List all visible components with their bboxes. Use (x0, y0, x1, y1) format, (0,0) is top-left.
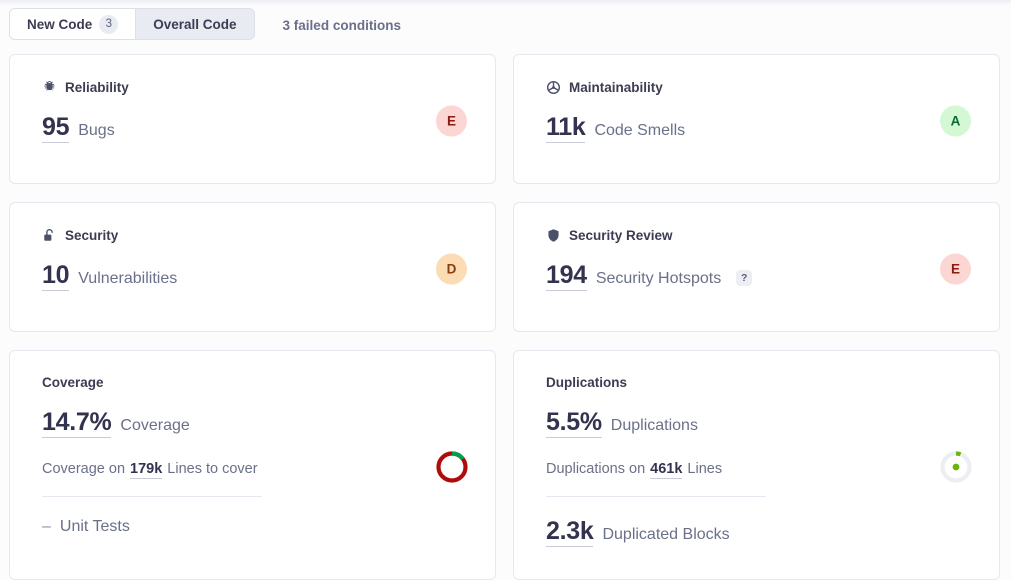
tab-new-code-label: New Code (27, 16, 93, 32)
unit-tests-empty-value: – (42, 517, 51, 535)
duplications-label: Duplications (610, 416, 698, 434)
duplicated-blocks-row: 2.3k Duplicated Blocks (546, 518, 967, 547)
tab-overall-code[interactable]: Overall Code (136, 9, 254, 39)
duplications-divider (546, 495, 766, 497)
coverage-value[interactable]: 14.7% (42, 408, 112, 438)
tab-new-code[interactable]: New Code 3 (10, 9, 137, 39)
security-review-rating-badge[interactable]: E (940, 253, 971, 284)
tab-bar: New Code 3 Overall Code 3 failed conditi… (0, 0, 1011, 40)
tab-group: New Code 3 Overall Code (9, 8, 255, 40)
security-rating-badge[interactable]: D (436, 253, 467, 284)
tab-new-code-badge: 3 (99, 14, 119, 34)
card-security-review-title: Security Review (569, 227, 673, 243)
metrics-grid: Reliability 95 Bugs E Maintainability 11… (0, 40, 1011, 580)
card-maintainability: Maintainability 11k Code Smells A (513, 54, 1000, 184)
lines-to-cover-value[interactable]: 179k (130, 461, 163, 479)
unit-tests-row: – Unit Tests (42, 518, 463, 536)
card-security-metric: 10 Vulnerabilities (42, 262, 463, 292)
duplicated-blocks-label: Duplicated Blocks (602, 525, 730, 543)
code-smell-icon (546, 80, 561, 95)
card-reliability-header: Reliability (42, 80, 463, 95)
security-hotspots-label: Security Hotspots (595, 270, 722, 287)
code-smells-label: Code Smells (594, 122, 686, 139)
card-security: Security 10 Vulnerabilities D (9, 202, 496, 332)
duplicated-lines-value[interactable]: 461k (650, 461, 683, 479)
card-security-review: Security Review 194 Security Hotspots ? … (513, 202, 1000, 332)
card-duplications-title: Duplications (546, 375, 628, 390)
shield-icon (546, 228, 561, 243)
maintainability-rating-badge[interactable]: A (940, 105, 971, 136)
coverage-label: Coverage (120, 416, 190, 434)
security-hotspots-value[interactable]: 194 (546, 262, 587, 292)
card-coverage-header: Coverage (42, 376, 463, 390)
card-reliability: Reliability 95 Bugs E (9, 54, 496, 184)
card-duplications-metric: 5.5% Duplications (546, 408, 967, 438)
bug-icon (42, 80, 57, 95)
failed-conditions-link[interactable]: 3 failed conditions (283, 18, 402, 33)
card-reliability-title: Reliability (65, 79, 129, 95)
coverage-divider (42, 495, 262, 497)
vulnerabilities-value[interactable]: 10 (42, 262, 70, 292)
duplications-lines-suffix: Lines (687, 460, 723, 477)
duplications-value[interactable]: 5.5% (546, 408, 602, 438)
card-maintainability-header: Maintainability (546, 80, 967, 95)
card-coverage-title: Coverage (42, 375, 104, 390)
coverage-donut-chart (436, 450, 468, 483)
open-lock-icon (42, 228, 57, 243)
tab-overall-code-label: Overall Code (153, 16, 237, 32)
duplications-lines-row: Duplications on 461k Lines (546, 461, 967, 479)
security-hotspots-help-icon[interactable]: ? (736, 270, 753, 286)
reliability-rating-badge[interactable]: E (436, 105, 467, 136)
coverage-lines-suffix: Lines to cover (167, 460, 258, 477)
card-coverage-metric: 14.7% Coverage (42, 408, 463, 438)
card-coverage: Coverage 14.7% Coverage Coverage on 179k… (9, 350, 496, 580)
card-security-review-metric: 194 Security Hotspots ? (546, 262, 967, 292)
card-maintainability-metric: 11k Code Smells (546, 114, 967, 144)
bugs-value[interactable]: 95 (42, 114, 70, 144)
card-duplications-header: Duplications (546, 376, 967, 390)
card-security-header: Security (42, 228, 463, 243)
coverage-lines-row: Coverage on 179k Lines to cover (42, 461, 463, 479)
code-smells-value[interactable]: 11k (546, 114, 586, 144)
vulnerabilities-label: Vulnerabilities (78, 270, 178, 287)
bugs-label: Bugs (78, 122, 115, 139)
duplications-lines-prefix: Duplications on (546, 460, 646, 477)
card-duplications: Duplications 5.5% Duplications Duplicati… (513, 350, 1000, 580)
card-security-review-header: Security Review (546, 228, 967, 243)
duplications-donut-chart (940, 450, 972, 483)
card-security-title: Security (65, 227, 119, 243)
duplicated-blocks-value[interactable]: 2.3k (546, 518, 594, 547)
unit-tests-label: Unit Tests (59, 517, 130, 535)
card-reliability-metric: 95 Bugs (42, 114, 463, 144)
coverage-lines-prefix: Coverage on (42, 460, 126, 477)
card-maintainability-title: Maintainability (569, 79, 663, 95)
